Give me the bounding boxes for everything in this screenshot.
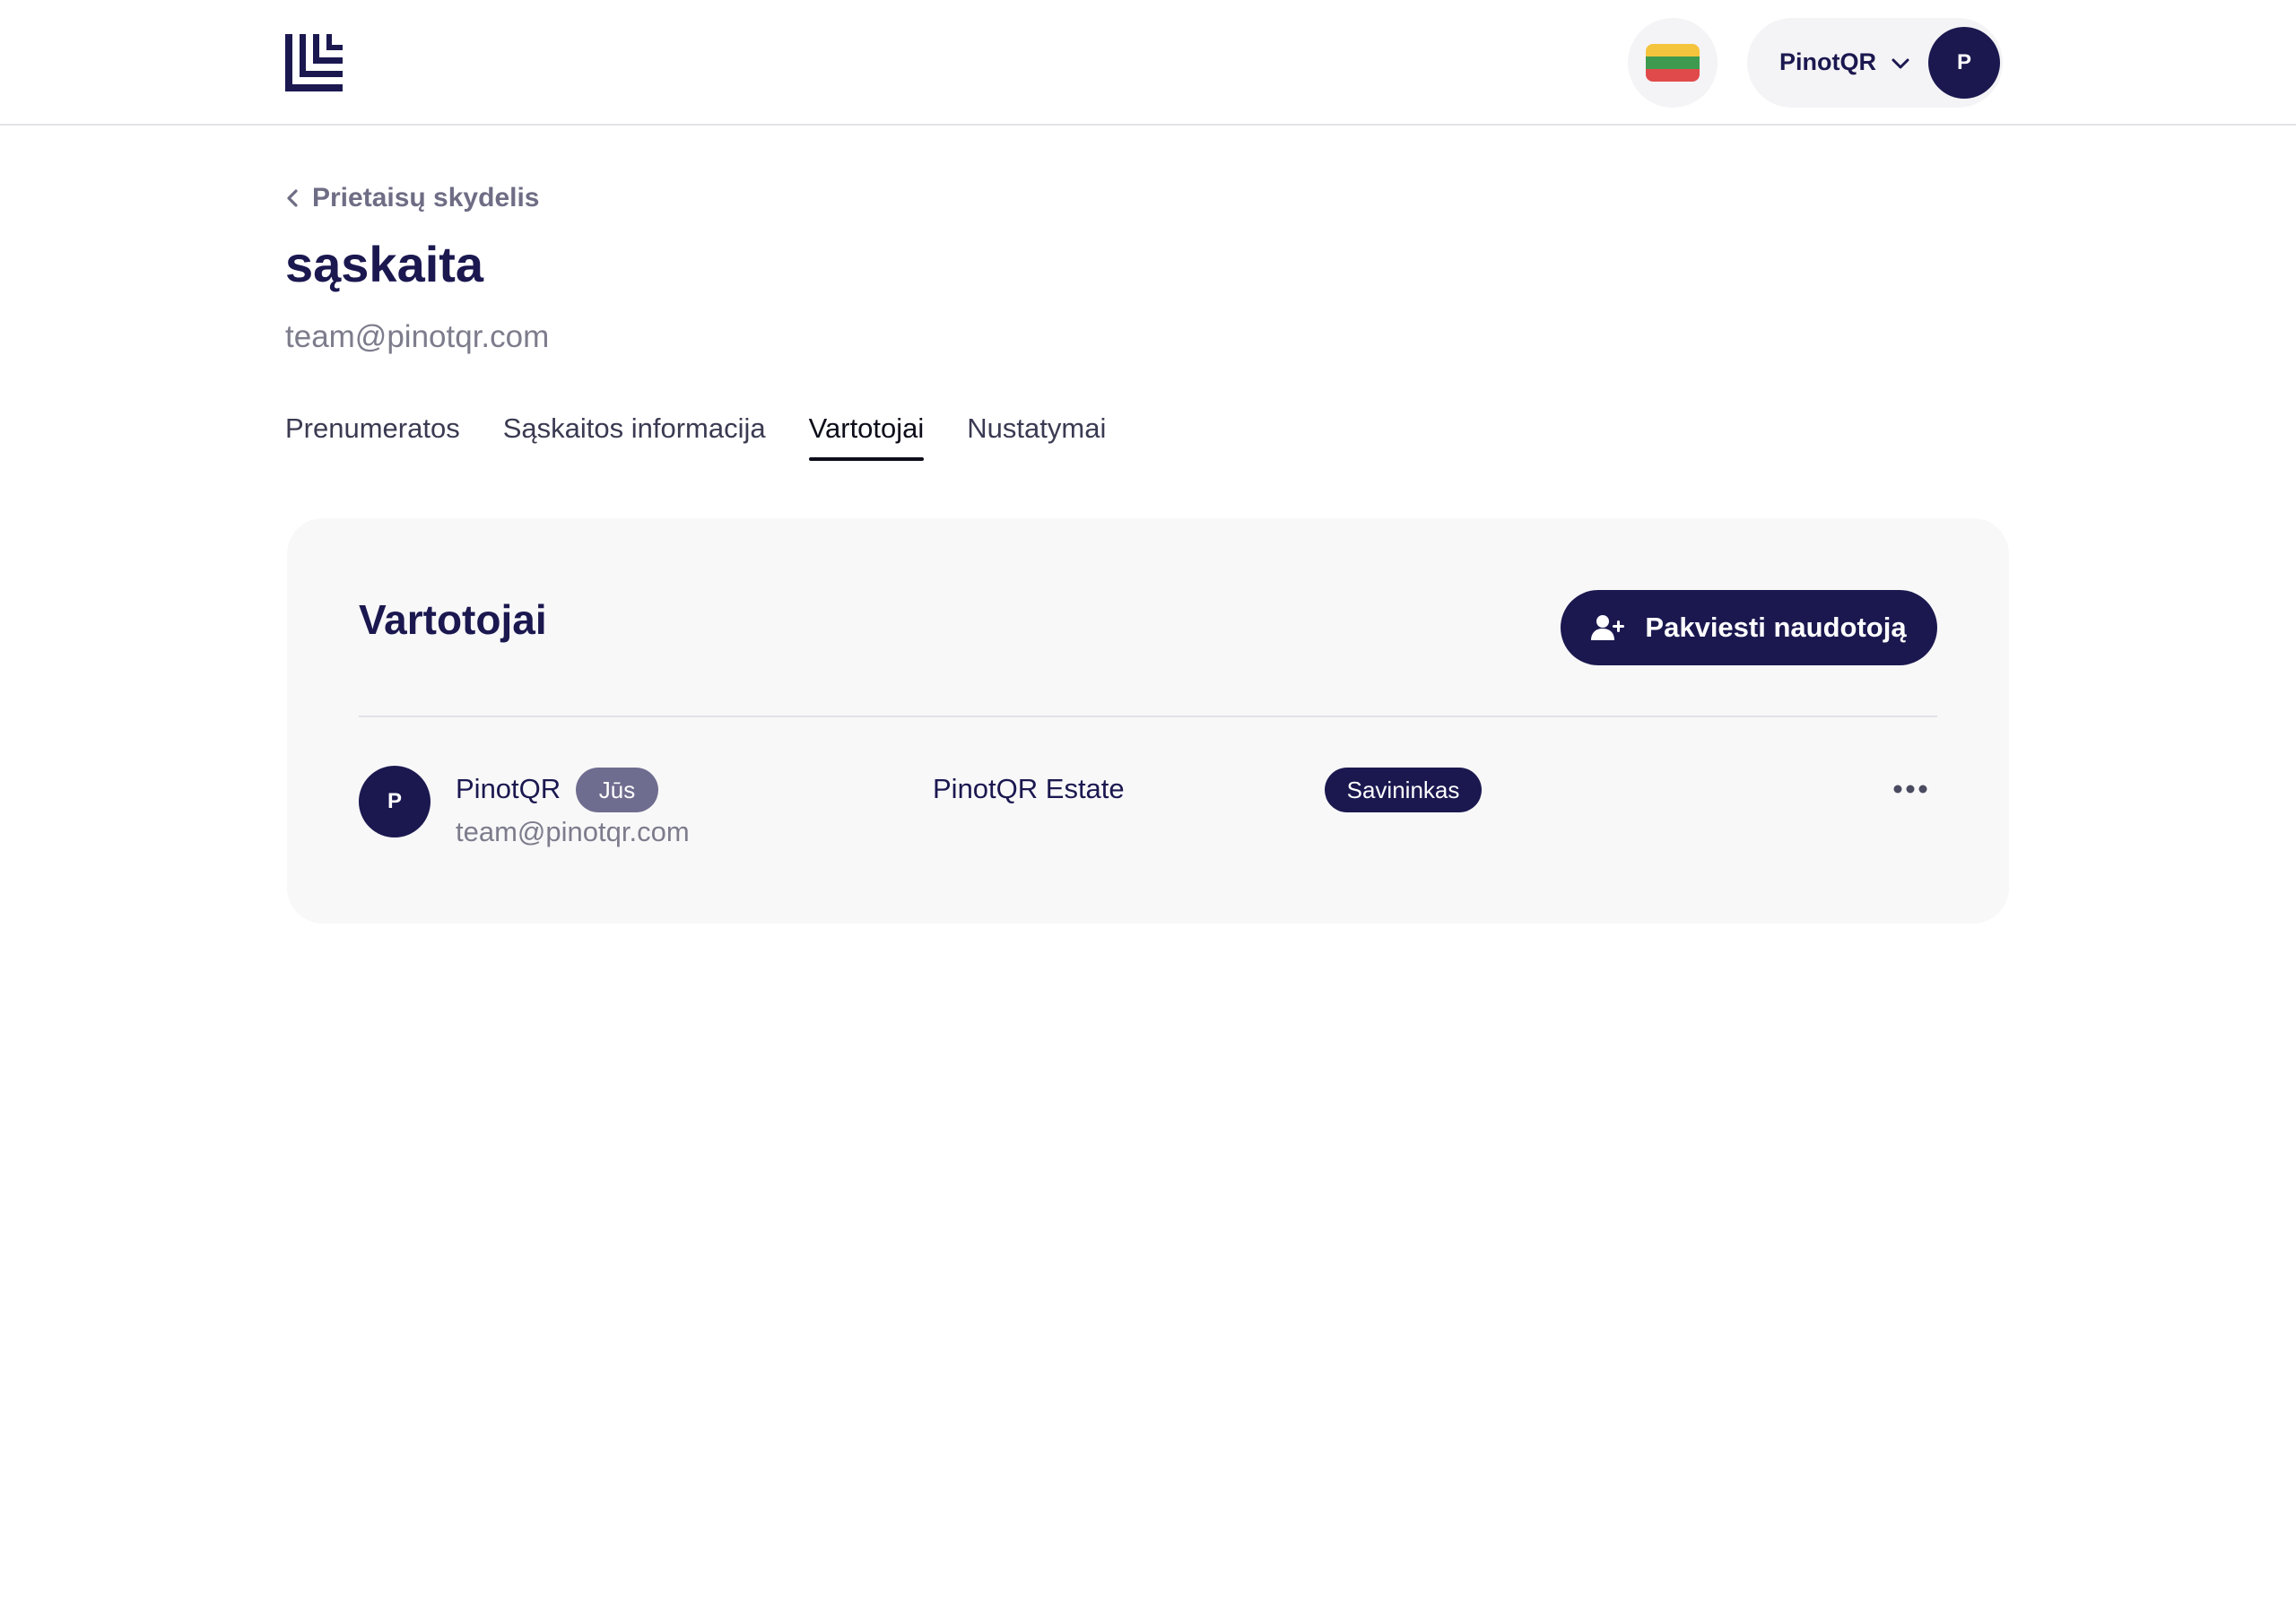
tab-account-information[interactable]: Sąskaitos informacija xyxy=(503,412,766,461)
account-email: team@pinotqr.com xyxy=(285,319,550,354)
you-badge: Jūs xyxy=(576,768,658,812)
invite-user-label: Pakviesti naudotoją xyxy=(1645,612,1907,643)
tab-bar: Prenumeratos Sąskaitos informacija Varto… xyxy=(285,412,1106,461)
more-options-button[interactable] xyxy=(1883,769,1937,809)
chevron-down-icon xyxy=(1889,52,1912,75)
chevron-left-icon xyxy=(287,189,298,207)
user-plus-icon xyxy=(1591,615,1625,640)
account-menu-button[interactable]: PinotQR P xyxy=(1747,18,2003,108)
top-header: PinotQR P xyxy=(0,0,2296,126)
logo-icon[interactable] xyxy=(285,34,343,91)
role-badge: Savininkas xyxy=(1325,768,1482,812)
user-name: PinotQR xyxy=(456,773,561,804)
divider xyxy=(359,716,1937,717)
users-card: Vartotojai Pakviesti naudotoją P PinotQR… xyxy=(287,518,2009,924)
tab-users[interactable]: Vartotojai xyxy=(808,412,924,461)
page-title: sąskaita xyxy=(285,236,484,292)
language-switcher-button[interactable] xyxy=(1628,18,1718,108)
tab-subscriptions[interactable]: Prenumeratos xyxy=(285,412,460,461)
breadcrumb[interactable]: Prietaisų skydelis xyxy=(285,183,539,213)
users-card-title: Vartotojai xyxy=(359,596,547,643)
account-name: PinotQR xyxy=(1779,48,1876,75)
flag-lithuania-icon xyxy=(1646,44,1700,82)
tab-settings[interactable]: Nustatymai xyxy=(967,412,1106,461)
breadcrumb-label: Prietaisų skydelis xyxy=(312,183,540,213)
user-email: team@pinotqr.com xyxy=(456,816,690,847)
avatar: P xyxy=(1928,27,2000,99)
user-organization: PinotQR Estate xyxy=(933,773,1125,804)
invite-user-button[interactable]: Pakviesti naudotoją xyxy=(1561,590,1937,665)
avatar: P xyxy=(359,766,430,837)
more-horizontal-icon xyxy=(1893,785,1927,794)
table-row: P PinotQR Jūs team@pinotqr.com PinotQR E… xyxy=(359,766,1937,864)
